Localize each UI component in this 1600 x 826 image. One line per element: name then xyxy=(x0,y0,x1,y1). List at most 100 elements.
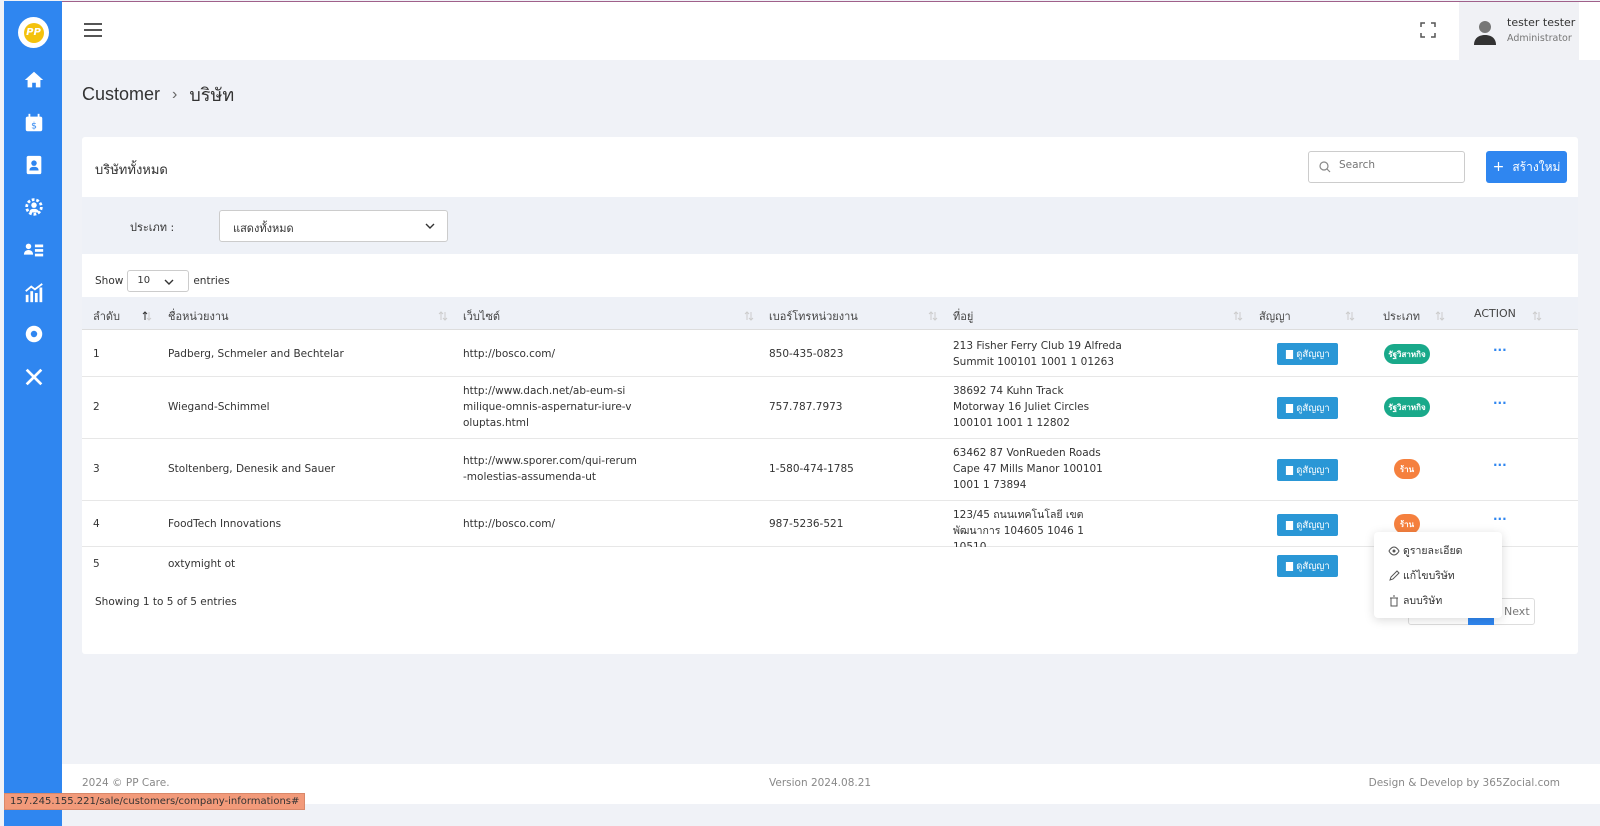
menu-item-delete-label: ลบบริษัท xyxy=(1403,595,1443,607)
app-logo[interactable]: PP xyxy=(18,17,49,48)
avatar xyxy=(1473,19,1497,45)
table-row: 2 Wiegand-Schimmel http://www.dach.net/a… xyxy=(82,377,1578,439)
user-role: Administrator xyxy=(1507,33,1572,44)
plus-icon: + xyxy=(1492,159,1505,175)
sort-icon[interactable] xyxy=(1435,310,1445,322)
next-page-button[interactable]: Next xyxy=(1504,605,1530,618)
create-new-button[interactable]: + สร้างใหม่ xyxy=(1486,151,1567,183)
row-no: 4 xyxy=(93,518,100,530)
chart-icon[interactable] xyxy=(22,281,46,305)
home-icon[interactable] xyxy=(22,68,46,92)
filter-label: ประเภท : xyxy=(130,221,175,234)
svg-text:$: $ xyxy=(31,121,37,132)
view-contract-button[interactable]: ดูสัญญา xyxy=(1277,514,1338,536)
user-menu[interactable]: tester tester Administrator xyxy=(1459,2,1579,60)
view-contract-label: ดูสัญญา xyxy=(1296,519,1330,531)
menu-toggle-icon[interactable] xyxy=(84,23,102,41)
row-no: 3 xyxy=(93,463,100,475)
menu-item-edit-label: แก้ไขบริษัท xyxy=(1403,570,1455,582)
column-header-type[interactable]: ประเภท xyxy=(1383,307,1420,325)
search-box[interactable] xyxy=(1308,151,1465,183)
type-filter-value: แสดงทั้งหมด xyxy=(233,222,294,235)
footer-version: Version 2024.08.21 xyxy=(769,777,872,789)
action-menu-trigger[interactable]: ··· xyxy=(1493,396,1507,410)
row-phone: 757.787.7973 xyxy=(769,401,843,413)
tools-icon[interactable] xyxy=(22,365,46,389)
card-title: บริษัททั้งหมด xyxy=(95,163,168,178)
footer-credit: Design & Develop by 365Zocial.com xyxy=(1368,777,1560,789)
trash-icon xyxy=(1390,595,1398,606)
settings-icon[interactable] xyxy=(22,322,46,346)
row-website[interactable]: http://www.dach.net/ab-eum-similique-omn… xyxy=(463,383,633,431)
sidebar: PP $ xyxy=(4,1,62,826)
building-icon xyxy=(1286,349,1294,359)
list-users-icon[interactable] xyxy=(22,238,46,262)
column-header-address[interactable]: ที่อยู่ xyxy=(953,307,973,325)
column-header-website[interactable]: เว็บไซต์ xyxy=(463,307,500,325)
sort-icon[interactable] xyxy=(1345,310,1355,322)
action-dropdown-menu: ดูรายละเอียด แก้ไขบริษัท ลบบริษัท xyxy=(1374,532,1502,618)
sort-icon[interactable] xyxy=(744,310,754,322)
menu-item-view-label: ดูรายละเอียด xyxy=(1403,545,1463,557)
view-contract-button[interactable]: ดูสัญญา xyxy=(1277,397,1338,419)
user-name: tester tester xyxy=(1507,16,1576,29)
column-header-no[interactable]: ลำดับ xyxy=(93,307,120,325)
view-contract-button[interactable]: ดูสัญญา xyxy=(1277,343,1338,365)
row-phone: 987-5236-521 xyxy=(769,518,844,530)
show-entries: Show 10 entries xyxy=(95,270,230,292)
billing-calendar-icon[interactable]: $ xyxy=(22,111,46,135)
sort-asc-icon[interactable] xyxy=(142,310,152,322)
type-badge: รัฐวิสาหกิจ xyxy=(1384,397,1430,417)
sort-icon[interactable] xyxy=(1532,310,1542,322)
status-bar-url: 157.245.155.221/sale/customers/company-i… xyxy=(4,793,306,810)
menu-item-view[interactable]: ดูรายละเอียด xyxy=(1388,542,1462,559)
type-filter-select[interactable]: แสดงทั้งหมด xyxy=(219,210,448,242)
action-menu-trigger[interactable]: ··· xyxy=(1493,458,1507,472)
row-website[interactable]: http://bosco.com/ xyxy=(463,516,555,532)
table-row: 4 FoodTech Innovations http://bosco.com/… xyxy=(82,501,1578,553)
breadcrumb-parent[interactable]: Customer xyxy=(82,84,160,105)
fullscreen-icon[interactable] xyxy=(1420,22,1436,38)
row-phone: 1-580-474-1785 xyxy=(769,463,854,475)
pencil-icon xyxy=(1389,569,1400,581)
row-phone: 850-435-0823 xyxy=(769,348,844,360)
sort-icon[interactable] xyxy=(438,310,448,322)
menu-item-edit[interactable]: แก้ไขบริษัท xyxy=(1388,567,1455,584)
row-company-name: Stoltenberg, Denesik and Sauer xyxy=(168,463,336,475)
building-icon xyxy=(1286,403,1294,413)
row-website[interactable]: http://bosco.com/ xyxy=(463,346,555,362)
building-icon xyxy=(1286,520,1294,530)
row-address: 38692 74 Kuhn Track Motorway 16 Juliet C… xyxy=(953,385,1090,429)
row-website[interactable]: http://www.sporer.com/qui-rerum-molestia… xyxy=(463,453,638,485)
view-contract-button[interactable]: ดูสัญญา xyxy=(1277,555,1338,577)
view-contract-label: ดูสัญญา xyxy=(1296,464,1330,476)
column-header-name[interactable]: ชื่อหน่วยงาน xyxy=(168,307,229,325)
row-company-name: FoodTech Innovations xyxy=(168,518,282,530)
action-menu-trigger[interactable]: ··· xyxy=(1493,343,1507,357)
table-row: 5 oxtymight ot ดูสัญญา xyxy=(82,547,1578,583)
topbar: tester tester Administrator xyxy=(62,1,1600,60)
create-new-label: สร้างใหม่ xyxy=(1512,159,1561,174)
column-header-phone[interactable]: เบอร์โทรหน่วยงาน xyxy=(769,307,858,325)
contacts-icon[interactable] xyxy=(22,153,46,177)
users-cog-icon[interactable] xyxy=(22,195,46,219)
filter-bar: ประเภท : แสดงทั้งหมด xyxy=(82,197,1578,254)
show-label: Show xyxy=(95,275,124,287)
sort-icon[interactable] xyxy=(928,310,938,322)
building-icon xyxy=(1286,465,1294,475)
entries-select[interactable]: 10 xyxy=(127,270,190,292)
search-input[interactable] xyxy=(1339,159,1459,171)
row-company-name: Padberg, Schmeler and Bechtelar xyxy=(168,348,344,360)
search-icon xyxy=(1319,161,1331,173)
column-header-action: ACTION xyxy=(1474,307,1516,320)
table-header: ลำดับ ชื่อหน่วยงาน เว็บไซต์ เบอร์โทรหน่ว… xyxy=(82,297,1578,330)
sort-icon[interactable] xyxy=(1233,310,1243,322)
building-icon xyxy=(1286,561,1294,571)
column-header-contract[interactable]: สัญญา xyxy=(1259,307,1291,325)
row-company-name: Wiegand-Schimmel xyxy=(168,401,270,413)
chevron-right-icon: › xyxy=(172,85,178,103)
menu-item-delete[interactable]: ลบบริษัท xyxy=(1388,592,1442,609)
breadcrumb: Customer › บริษัท xyxy=(82,80,234,109)
action-menu-trigger[interactable]: ··· xyxy=(1493,512,1507,526)
view-contract-button[interactable]: ดูสัญญา xyxy=(1277,459,1338,481)
